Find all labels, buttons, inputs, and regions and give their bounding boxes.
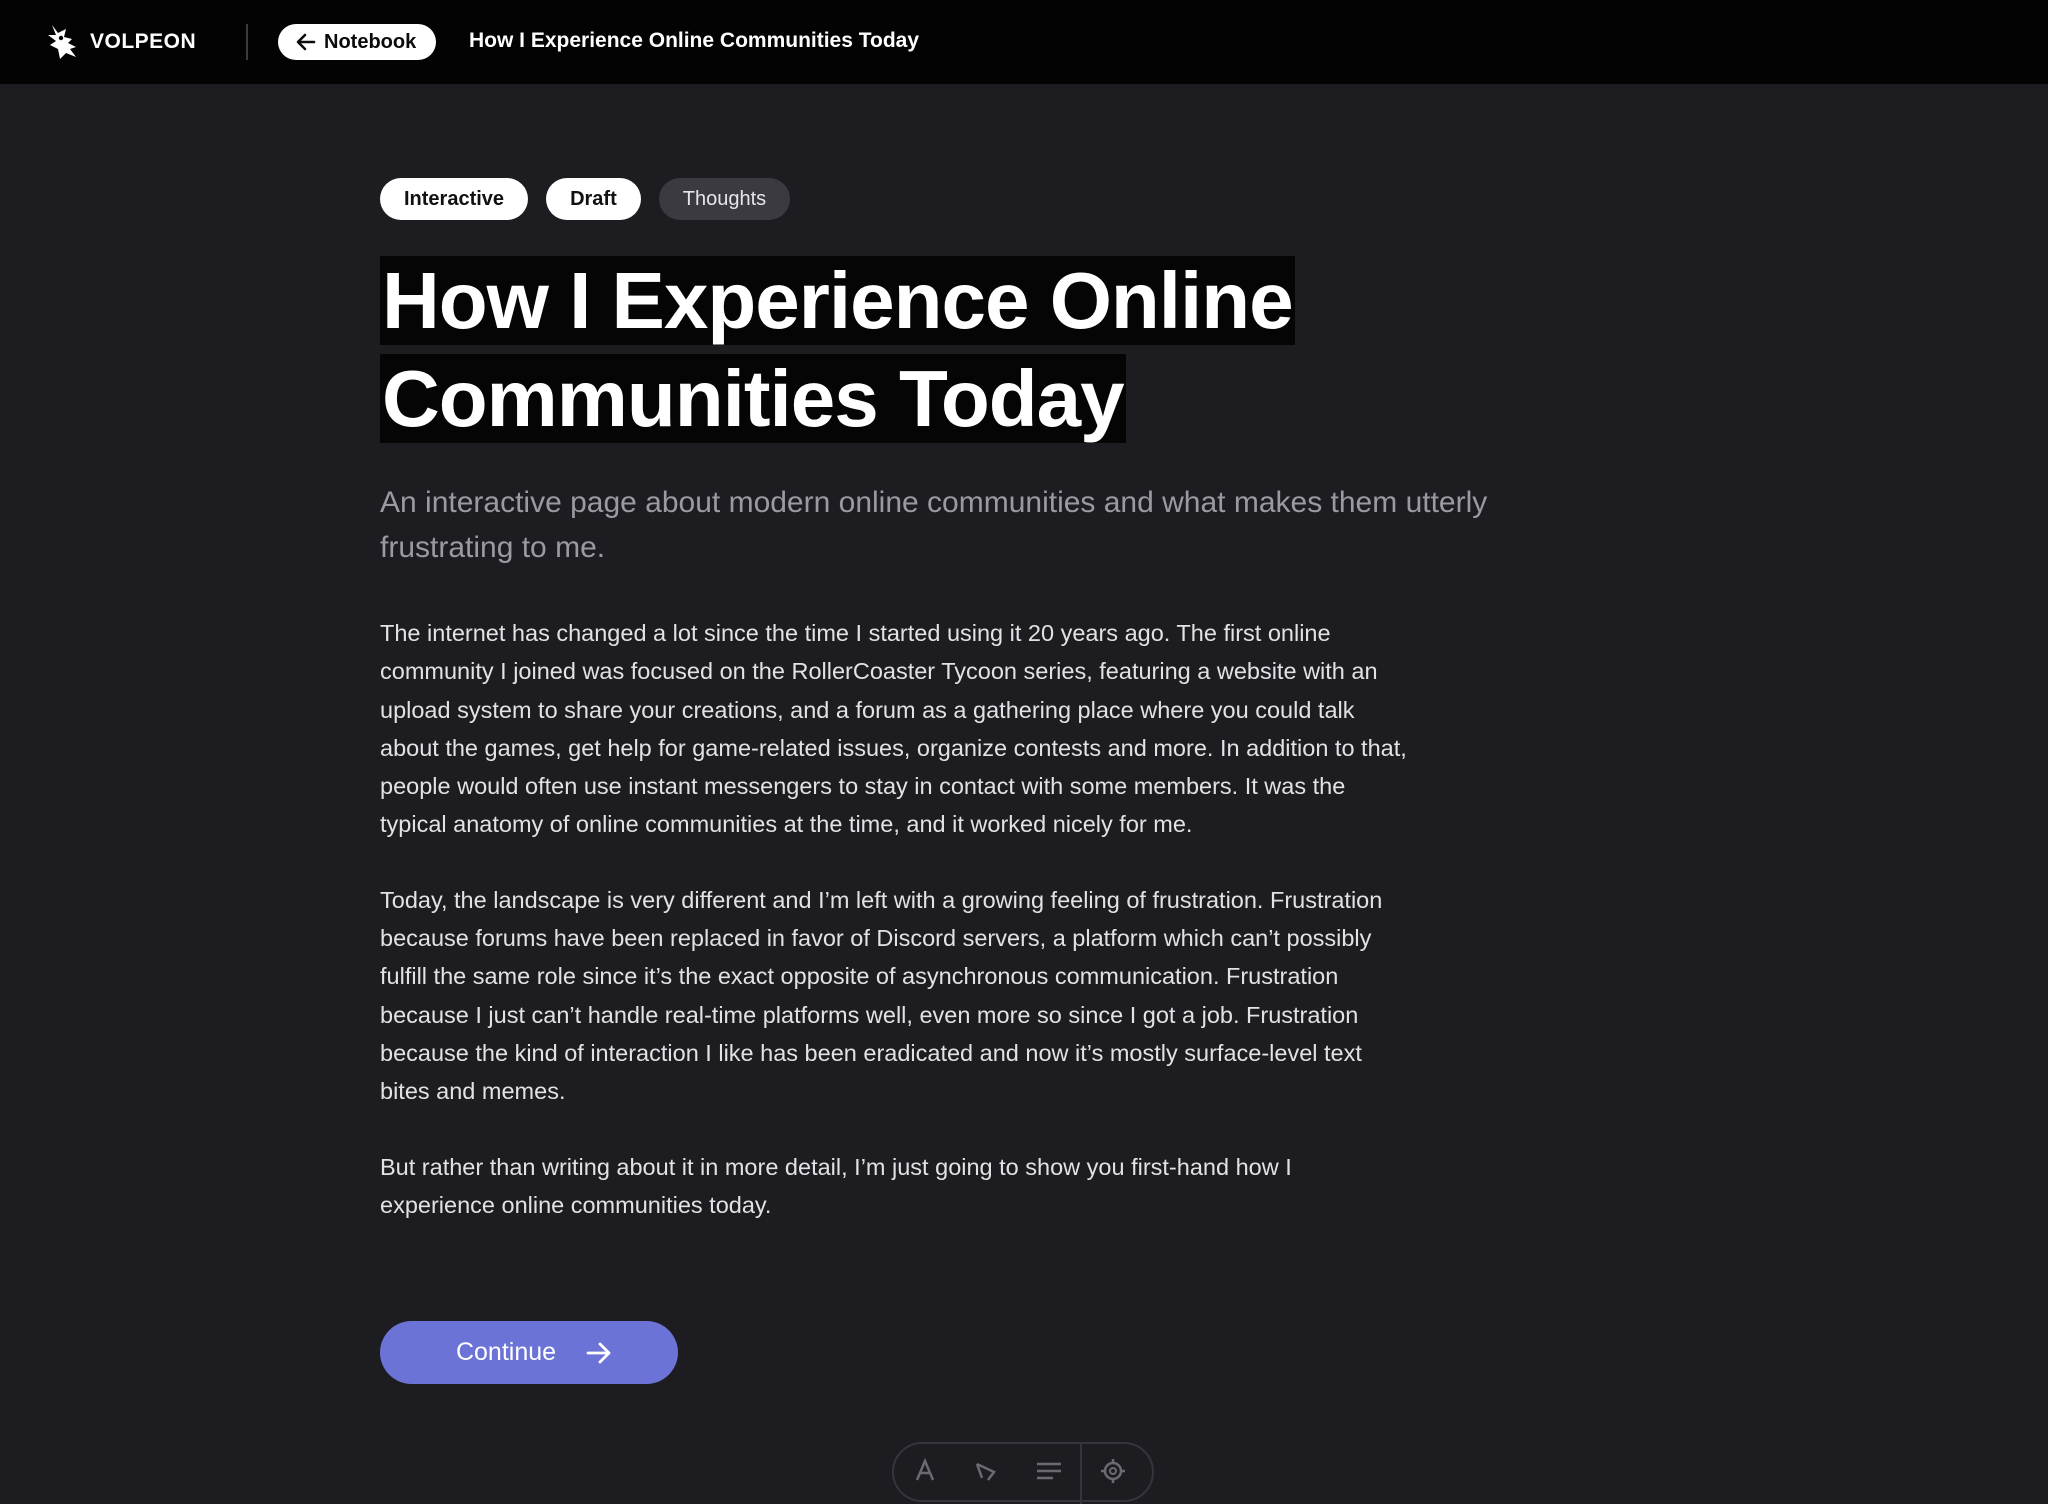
highlight-icon bbox=[975, 1462, 996, 1481]
article-body: The internet has changed a lot since the… bbox=[380, 614, 1410, 1224]
fox-logo-icon bbox=[48, 25, 76, 59]
article-title-line-1: How I Experience Online bbox=[380, 256, 1295, 345]
back-button-label: Notebook bbox=[324, 30, 417, 53]
highlight-button[interactable] bbox=[956, 1458, 1018, 1482]
text-align-icon bbox=[1037, 1462, 1061, 1480]
nav-divider bbox=[246, 24, 248, 60]
article-content: Interactive Draft Thoughts How I Experie… bbox=[380, 178, 1560, 1261]
article-title: How I Experience Online Communities Toda… bbox=[380, 252, 1560, 448]
article-paragraph: Today, the landscape is very different a… bbox=[380, 886, 1383, 1105]
font-size-button[interactable] bbox=[894, 1458, 956, 1482]
font-size-icon bbox=[915, 1458, 935, 1481]
settings-button[interactable] bbox=[1082, 1458, 1144, 1484]
article-paragraph: But rather than writing about it in more… bbox=[380, 1153, 1292, 1218]
tag-draft[interactable]: Draft bbox=[546, 178, 641, 220]
nav-page-title: How I Experience Online Communities Toda… bbox=[469, 29, 920, 52]
brand-name: VOLPEON bbox=[90, 30, 197, 53]
top-navigation-bar: VOLPEON Notebook How I Experience Online… bbox=[0, 0, 2048, 84]
article-subtitle: An interactive page about modern online … bbox=[380, 486, 1488, 564]
continue-button[interactable]: Continue bbox=[380, 1321, 678, 1384]
article-title-line-2: Communities Today bbox=[380, 354, 1126, 443]
article-paragraph: The internet has changed a lot since the… bbox=[380, 620, 1407, 838]
continue-button-label: Continue bbox=[455, 1338, 557, 1366]
settings-icon bbox=[1101, 1459, 1125, 1483]
tag-list: Interactive Draft Thoughts bbox=[380, 178, 1560, 220]
tag-interactive[interactable]: Interactive bbox=[380, 178, 529, 220]
arrow-left-icon bbox=[296, 33, 316, 51]
brand-logo[interactable]: VOLPEON bbox=[46, 22, 196, 62]
text-align-button[interactable] bbox=[1018, 1458, 1080, 1482]
arrow-right-icon bbox=[586, 1342, 611, 1363]
tag-thoughts[interactable]: Thoughts bbox=[658, 178, 791, 220]
back-to-notebook-button[interactable]: Notebook bbox=[278, 24, 437, 60]
reading-toolbar bbox=[892, 1442, 1154, 1504]
